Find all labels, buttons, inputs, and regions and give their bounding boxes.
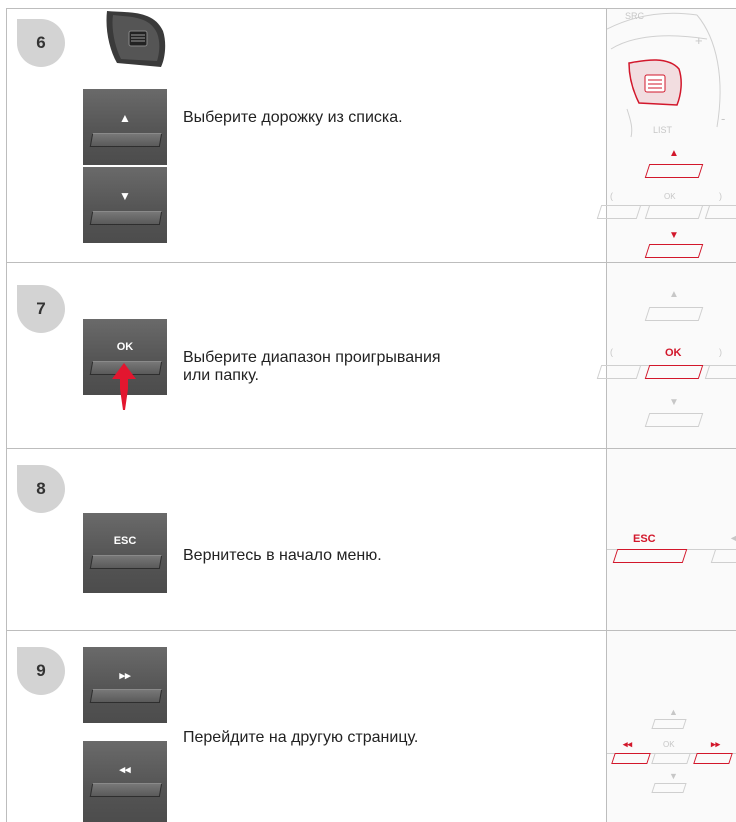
down-button[interactable]: ▼ [83,167,167,243]
steering-control-icon [607,12,721,138]
step-row-7: 7 OK Выберите диапазон проигрывания или … [7,263,736,449]
control-panel-diagram: ▲ ( OK ) ▼ [596,263,736,448]
scroll-wheel-icon [106,11,166,67]
up-button[interactable]: ▲ [83,89,167,165]
step-description: Выберите дорожку из списка. [183,109,403,126]
step-row-6: 6 ▲ ▼ Выберите дорожку из списка. SRC + … [7,9,736,263]
instruction-table: 6 ▲ ▼ Выберите дорожку из списка. SRC + … [6,8,736,822]
step-row-9: 9 ▸▸ ◂◂ Перейдите на другую страницу. ▲ … [7,631,736,822]
step-description: Выберите диапазон проигрывания или папку… [183,349,441,384]
push-down-arrow-icon [112,363,136,410]
control-panel-diagram: SRC + - LIST ▲ ( OK ) ▼ [596,9,736,262]
control-panel-diagram: ▲ ◂◂ OK ▸▸ ▼ [607,631,736,822]
step-badge: 7 [17,285,65,333]
step-badge: 6 [17,19,65,67]
control-panel-diagram: ESC ◄ [607,449,736,630]
step-description: Вернитесь в начало меню. [183,547,382,564]
step-row-8: 8 ESC Вернитесь в начало меню. ESC ◄ [7,449,736,631]
step-badge: 8 [17,465,65,513]
fast-forward-button[interactable]: ▸▸ [83,647,167,723]
step-badge: 9 [17,647,65,695]
rewind-button[interactable]: ◂◂ [83,741,167,822]
step-description: Перейдите на другую страницу. [183,729,419,746]
esc-button[interactable]: ESC [83,513,167,593]
